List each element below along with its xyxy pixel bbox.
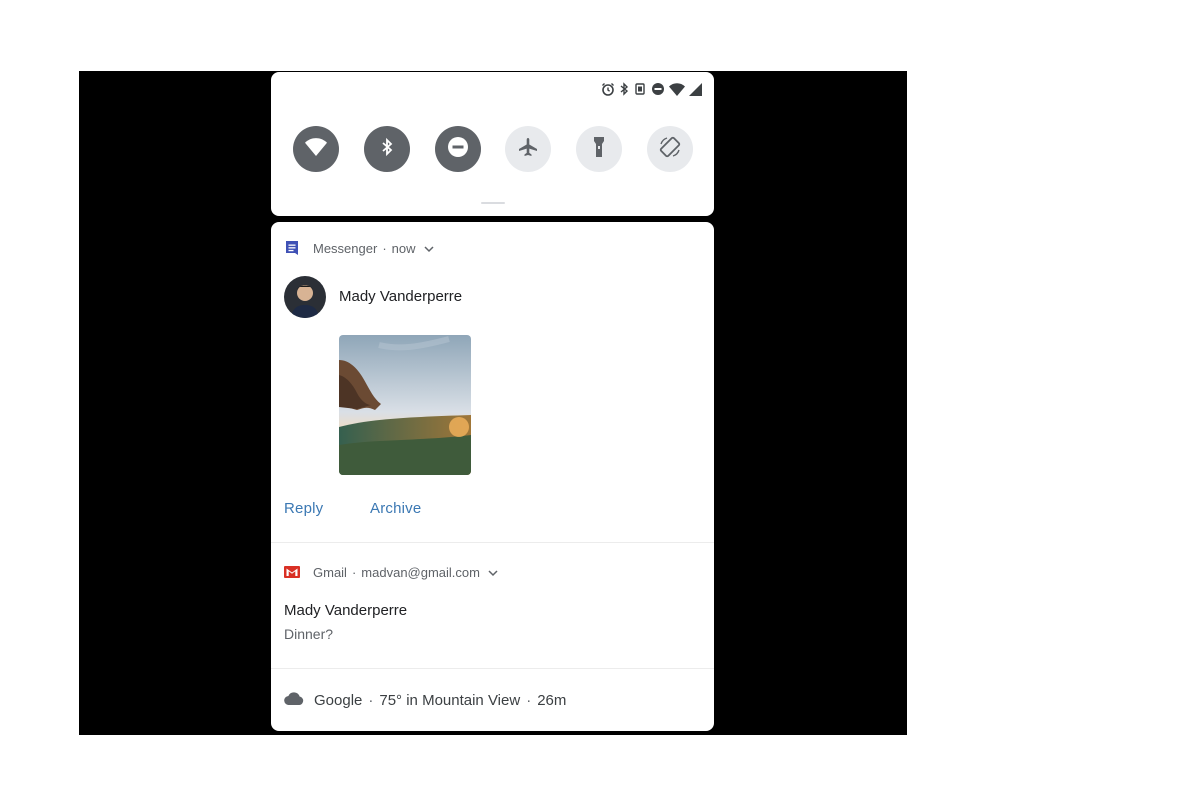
auto-rotate-tile[interactable]: [646, 126, 693, 172]
do-not-disturb-icon: [447, 136, 469, 163]
auto-rotate-icon: [658, 135, 682, 164]
flashlight-tile[interactable]: [576, 126, 623, 172]
shared-photo[interactable]: [339, 335, 471, 475]
drag-handle[interactable]: [481, 202, 505, 204]
gmail-app-icon: [284, 564, 300, 580]
messenger-notification-header[interactable]: Messenger · now: [284, 240, 434, 256]
gmail-app-name: Gmail: [313, 564, 347, 580]
gmail-message-preview: Dinner?: [284, 626, 334, 642]
wifi-tile[interactable]: [293, 126, 339, 172]
flashlight-icon: [592, 136, 606, 163]
archive-button[interactable]: Archive: [370, 500, 421, 517]
divider: [271, 542, 714, 543]
wifi-icon: [669, 82, 685, 96]
divider: [271, 668, 714, 669]
reply-button[interactable]: Reply: [284, 500, 323, 517]
airplane-mode-icon: [517, 136, 539, 163]
google-app-name: Google: [314, 691, 363, 709]
messenger-sender-name: Mady Vanderperre: [339, 288, 463, 305]
quick-settings-tiles: [293, 126, 693, 172]
messenger-app-name: Messenger: [313, 240, 378, 256]
bluetooth-icon: [619, 82, 629, 96]
notification-shade: Messenger · now Mady Vanderperre Reply A…: [271, 222, 714, 731]
weather-summary: 75° in Mountain View: [379, 691, 521, 709]
status-bar: [601, 80, 702, 98]
wifi-icon: [305, 137, 327, 161]
gmail-sender-name: Mady Vanderperre: [284, 602, 408, 619]
cloud-icon: [284, 691, 304, 709]
chevron-down-icon[interactable]: [423, 241, 434, 256]
quick-settings-panel: [271, 72, 714, 216]
bluetooth-icon: [380, 137, 394, 162]
messenger-app-icon: [284, 240, 300, 256]
header-separator: ·: [368, 691, 374, 709]
bluetooth-tile[interactable]: [363, 126, 410, 172]
avatar: [284, 276, 326, 318]
weather-timestamp: 26m: [537, 691, 567, 709]
gmail-account: madvan@gmail.com: [361, 564, 480, 580]
do-not-disturb-tile[interactable]: [434, 126, 481, 172]
weather-notification[interactable]: Google · 75° in Mountain View · 26m: [284, 691, 566, 709]
vibrate-icon: [633, 82, 647, 96]
alarm-icon: [601, 82, 615, 96]
gmail-notification-header[interactable]: Gmail · madvan@gmail.com: [284, 564, 498, 580]
header-separator: ·: [382, 240, 387, 256]
do-not-disturb-icon: [651, 82, 665, 96]
header-separator: ·: [351, 564, 357, 580]
chevron-down-icon[interactable]: [488, 565, 498, 580]
header-separator: ·: [526, 691, 532, 709]
airplane-mode-tile[interactable]: [505, 126, 552, 172]
signal-icon: [689, 82, 702, 96]
messenger-timestamp: now: [391, 240, 416, 256]
